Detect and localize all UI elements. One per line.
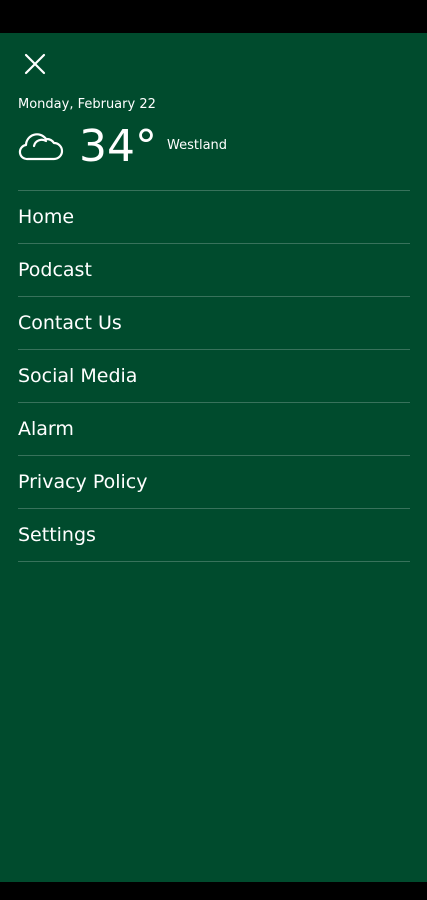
menu-item-label: Contact Us — [18, 312, 122, 334]
menu-item-settings[interactable]: Settings — [18, 509, 410, 562]
cloud-icon — [18, 133, 64, 161]
menu-item-label: Settings — [18, 524, 96, 546]
menu-item-home[interactable]: Home — [18, 191, 410, 244]
close-button[interactable] — [18, 47, 52, 81]
menu-item-label: Alarm — [18, 418, 74, 440]
menu-item-podcast[interactable]: Podcast — [18, 244, 410, 297]
drawer-menu: Home Podcast Contact Us Social Media Ala… — [18, 190, 410, 562]
menu-item-contact-us[interactable]: Contact Us — [18, 297, 410, 350]
weather-summary: 34° Westland — [16, 121, 227, 173]
status-bar — [0, 0, 427, 33]
menu-item-label: Podcast — [18, 259, 92, 281]
menu-item-label: Social Media — [18, 365, 138, 387]
menu-item-alarm[interactable]: Alarm — [18, 403, 410, 456]
menu-item-privacy-policy[interactable]: Privacy Policy — [18, 456, 410, 509]
menu-item-social-media[interactable]: Social Media — [18, 350, 410, 403]
current-date: Monday, February 22 — [18, 97, 156, 112]
navigation-drawer: Monday, February 22 34° Westland Home Po… — [0, 33, 427, 882]
menu-item-label: Home — [18, 206, 75, 228]
close-icon — [24, 53, 46, 75]
menu-item-label: Privacy Policy — [18, 471, 148, 493]
weather-location: Westland — [167, 138, 228, 153]
system-navigation-bar — [0, 882, 427, 900]
temperature: 34° — [79, 121, 157, 172]
